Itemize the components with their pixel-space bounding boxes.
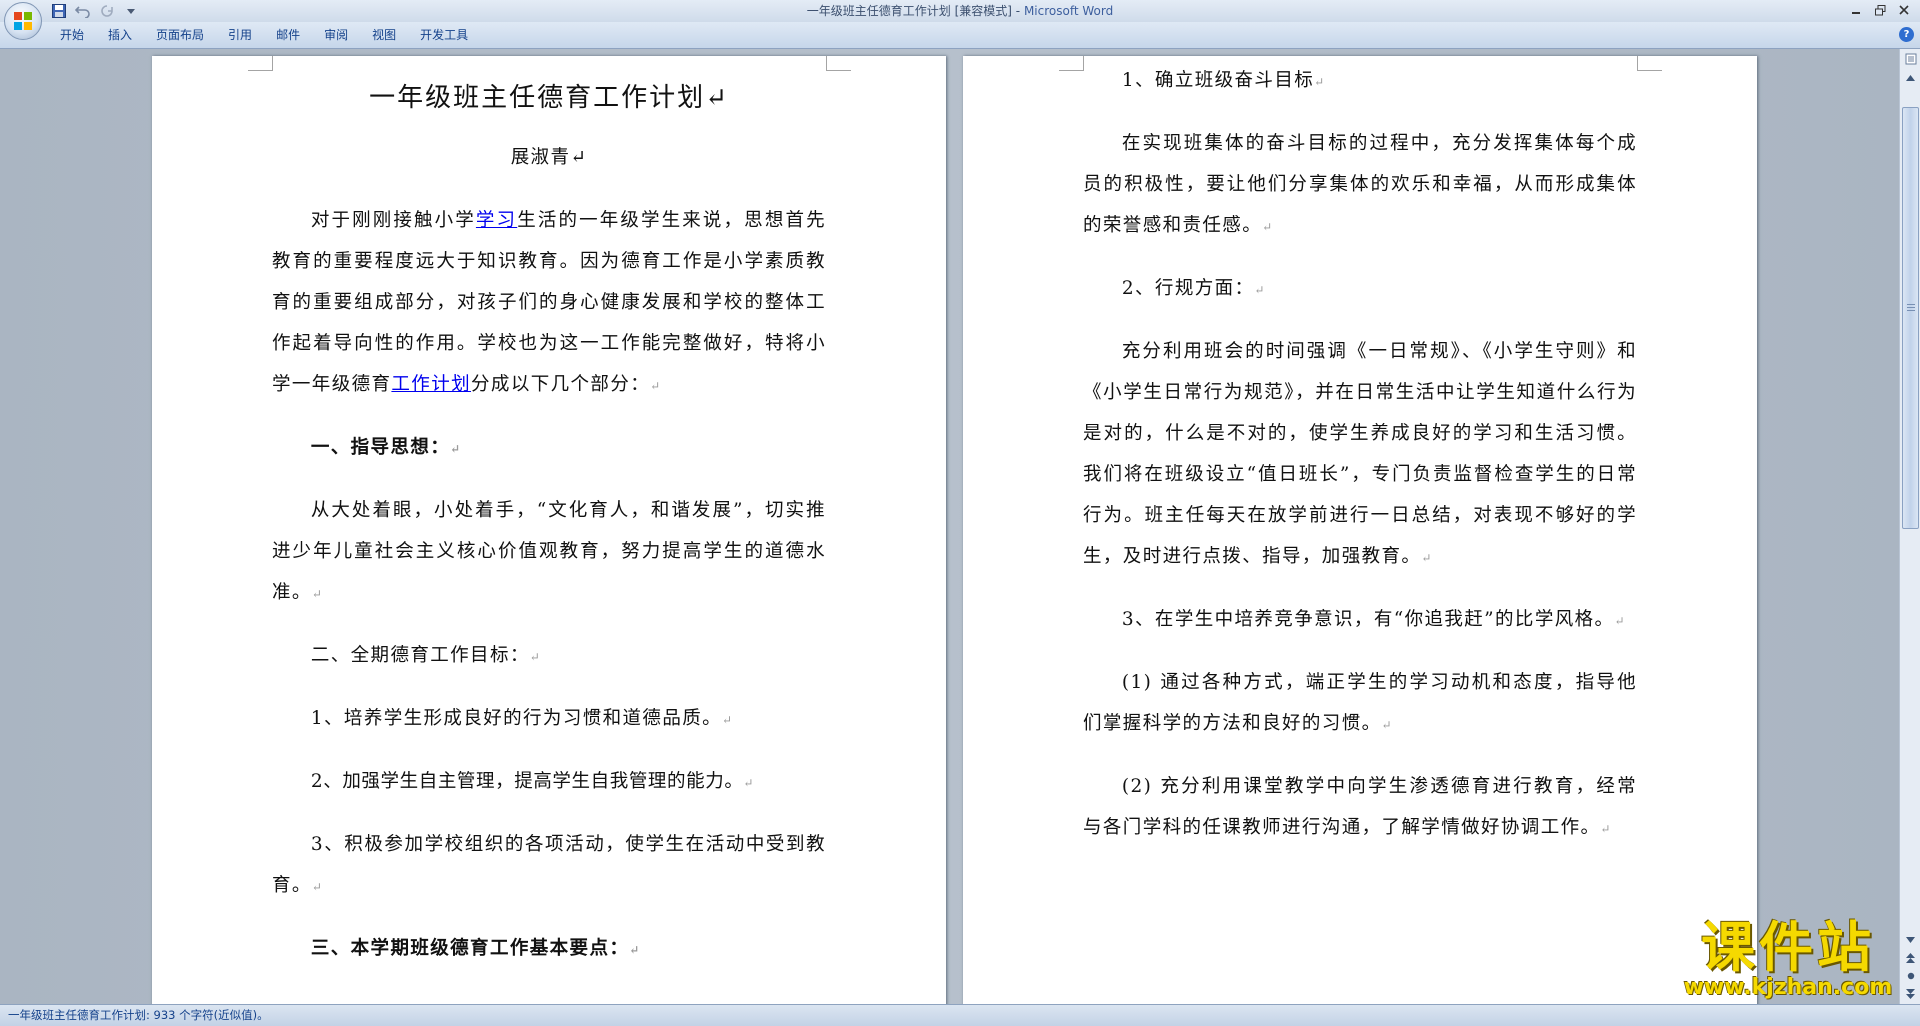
intro-paragraph: 对于刚刚接触小学学习生活的一年级学生来说，思想首先教育的重要程度远大于知识教育。… (272, 200, 826, 407)
document-area[interactable]: 一年级班主任德育工作计划↵ 展淑青↵ 对于刚刚接触小学学习生活的一年级学生来说，… (0, 49, 1899, 1004)
office-logo-icon (14, 12, 32, 30)
paragraph-mark-icon: ↵ (311, 587, 322, 601)
ribbon-tabs: 开始 插入 页面布局 引用 邮件 审阅 视图 开发工具 (48, 22, 480, 48)
paragraph-mark-icon: ↵ (450, 442, 461, 456)
section-heading-3-text: 三、本学期班级德育工作基本要点： (310, 938, 630, 959)
paragraph-mark-icon: ↵ (743, 776, 754, 790)
paragraph-mark-icon: ↵ (570, 147, 588, 168)
crop-mark (826, 56, 851, 71)
item-1-paragraph-text: (1) 通过各种方式，端正学生的学习动机和态度，指导他们掌握科学的方法和良好的习… (1083, 672, 1637, 734)
restore-icon[interactable] (1868, 0, 1892, 20)
section-heading-2: 二、全期德育工作目标：↵ (272, 635, 826, 678)
tab-references[interactable]: 引用 (216, 22, 264, 48)
application-name: Microsoft Word (1023, 4, 1114, 18)
paragraph-mark-icon: ↵ (1600, 822, 1611, 836)
document-page-left[interactable]: 一年级班主任德育工作计划↵ 展淑青↵ 对于刚刚接触小学学习生活的一年级学生来说，… (152, 56, 946, 1004)
paragraph-mark-icon: ↵ (1254, 283, 1265, 297)
watermark-logo: 课件站 www.kjzhan.com (1668, 920, 1908, 1002)
tab-page-layout[interactable]: 页面布局 (144, 22, 216, 48)
title-separator: - (1011, 4, 1024, 18)
tab-mailings[interactable]: 邮件 (264, 22, 312, 48)
tab-home[interactable]: 开始 (48, 22, 96, 48)
watermark-url: www.kjzhan.com (1683, 975, 1893, 1000)
subheading-conduct-text: 2、行规方面： (1121, 278, 1255, 299)
scroll-up-icon[interactable] (1902, 69, 1919, 86)
paragraph-mark-icon: ↵ (529, 650, 540, 664)
tab-insert[interactable]: 插入 (96, 22, 144, 48)
section-heading-2-text: 二、全期德育工作目标： (310, 645, 530, 666)
paragraph-mark-icon: ↵ (1421, 551, 1432, 565)
paragraph-mark-icon: ↵ (722, 713, 733, 727)
ribbon: 开始 插入 页面布局 引用 邮件 审阅 视图 开发工具 ? (0, 22, 1920, 49)
section-heading-1-text: 一、指导思想： (310, 437, 451, 458)
crop-mark (1059, 56, 1084, 71)
title-bar: 一年级班主任德育工作计划 [兼容模式] - Microsoft Word (0, 0, 1920, 22)
paragraph-mark-icon: ↵ (650, 379, 661, 393)
vertical-scrollbar[interactable] (1899, 49, 1920, 1004)
paragraph-mark-icon: ↵ (311, 880, 322, 894)
subheading-class-goal: 1、确立班级奋斗目标↵ (1083, 60, 1637, 103)
help-icon[interactable]: ? (1899, 27, 1914, 42)
paragraph-mark-icon: ↵ (629, 943, 640, 957)
scroll-thumb[interactable] (1902, 107, 1919, 529)
window-controls (1844, 0, 1916, 22)
ruler-toggle-icon[interactable] (1902, 50, 1919, 67)
tab-developer[interactable]: 开发工具 (408, 22, 480, 48)
paragraph-mark-icon: ↵ (705, 83, 729, 113)
close-icon[interactable] (1892, 0, 1916, 20)
subheading-class-goal-text: 1、确立班级奋斗目标 (1121, 70, 1315, 91)
doc-heading-text: 一年级班主任德育工作计划 (369, 83, 706, 113)
conduct-paragraph: 充分利用班会的时间强调《一日常规》、《小学生守则》和《小学生日常行为规范》，并在… (1083, 331, 1637, 579)
window-title: 一年级班主任德育工作计划 [兼容模式] - Microsoft Word (0, 0, 1920, 22)
link-work-plan[interactable]: 工作计划 (391, 374, 471, 395)
page-content: 一年级班主任德育工作计划↵ 展淑青↵ 对于刚刚接触小学学习生活的一年级学生来说，… (272, 56, 826, 991)
paragraph-mark-icon: ↵ (1614, 614, 1625, 628)
status-bar: 一年级班主任德育工作计划: 933 个字符(近似值)。 (0, 1004, 1920, 1026)
intro-text-2: 生活的一年级学生来说，思想首先教育的重要程度远大于知识教育。因为德育工作是小学素… (272, 210, 826, 395)
crop-mark (1637, 56, 1662, 71)
competition-paragraph: 3、在学生中培养竞争意识，有“你追我赶”的比学风格。↵ (1083, 599, 1637, 642)
item-1-paragraph: (1) 通过各种方式，端正学生的学习动机和态度，指导他们掌握科学的方法和良好的习… (1083, 662, 1637, 746)
document-title: 一年级班主任德育工作计划 [兼容模式] (806, 4, 1012, 18)
class-goal-paragraph: 在实现班集体的奋斗目标的过程中，充分发挥集体每个成员的积极性，要让他们分享集体的… (1083, 123, 1637, 248)
crop-mark (248, 56, 273, 71)
goal-item-1-text: 1、培养学生形成良好的行为习惯和道德品质。 (310, 708, 723, 729)
tab-view[interactable]: 视图 (360, 22, 408, 48)
goal-item-3-text: 3、积极参加学校组织的各项活动，使学生在活动中受到教育。 (272, 834, 826, 896)
class-goal-paragraph-text: 在实现班集体的奋斗目标的过程中，充分发挥集体每个成员的积极性，要让他们分享集体的… (1083, 133, 1637, 236)
paragraph-mark-icon: ↵ (1381, 718, 1392, 732)
section-heading-1: 一、指导思想：↵ (272, 427, 826, 470)
goal-item-3: 3、积极参加学校组织的各项活动，使学生在活动中受到教育。↵ (272, 824, 826, 908)
subheading-conduct: 2、行规方面：↵ (1083, 268, 1637, 311)
conduct-paragraph-text: 充分利用班会的时间强调《一日常规》、《小学生守则》和《小学生日常行为规范》，并在… (1083, 341, 1637, 567)
item-2-paragraph: (2) 充分利用课堂教学中向学生渗透德育进行教育，经常与各门学科的任课教师进行沟… (1083, 766, 1637, 850)
office-button[interactable] (4, 2, 42, 40)
paragraph-mark-icon: ↵ (1314, 75, 1325, 89)
intro-text-3: 分成以下几个部分： (471, 374, 651, 395)
section-heading-3: 三、本学期班级德育工作基本要点：↵ (272, 928, 826, 971)
doc-heading: 一年级班主任德育工作计划↵ (272, 78, 826, 118)
scroll-grip-icon (1907, 304, 1915, 312)
guiding-paragraph: 从大处着眼，小处着手，“文化育人，和谐发展”，切实推进少年儿童社会主义核心价值观… (272, 490, 826, 615)
goal-item-2: 2、加强学生自主管理，提高学生自我管理的能力。↵ (272, 761, 826, 804)
doc-author: 展淑青↵ (272, 138, 826, 178)
competition-paragraph-text: 3、在学生中培养竞争意识，有“你追我赶”的比学风格。 (1121, 609, 1615, 630)
doc-author-text: 展淑青 (510, 147, 571, 168)
guiding-paragraph-text: 从大处着眼，小处着手，“文化育人，和谐发展”，切实推进少年儿童社会主义核心价值观… (272, 500, 826, 603)
page-content: 1、确立班级奋斗目标↵ 在实现班集体的奋斗目标的过程中，充分发挥集体每个成员的积… (1083, 60, 1637, 870)
document-page-right[interactable]: 1、确立班级奋斗目标↵ 在实现班集体的奋斗目标的过程中，充分发挥集体每个成员的积… (963, 56, 1757, 1004)
intro-text-1: 对于刚刚接触小学 (310, 210, 476, 231)
paragraph-mark-icon: ↵ (1262, 220, 1273, 234)
item-2-paragraph-text: (2) 充分利用课堂教学中向学生渗透德育进行教育，经常与各门学科的任课教师进行沟… (1083, 776, 1637, 838)
goal-item-2-text: 2、加强学生自主管理，提高学生自我管理的能力。 (310, 771, 744, 792)
link-study[interactable]: 学习 (476, 210, 517, 231)
watermark-chinese-text: 课件站 (1701, 916, 1875, 979)
tab-review[interactable]: 审阅 (312, 22, 360, 48)
status-word-count[interactable]: 一年级班主任德育工作计划: 933 个字符(近似值)。 (8, 1005, 269, 1026)
minimize-icon[interactable] (1844, 0, 1868, 20)
goal-item-1: 1、培养学生形成良好的行为习惯和道德品质。↵ (272, 698, 826, 741)
